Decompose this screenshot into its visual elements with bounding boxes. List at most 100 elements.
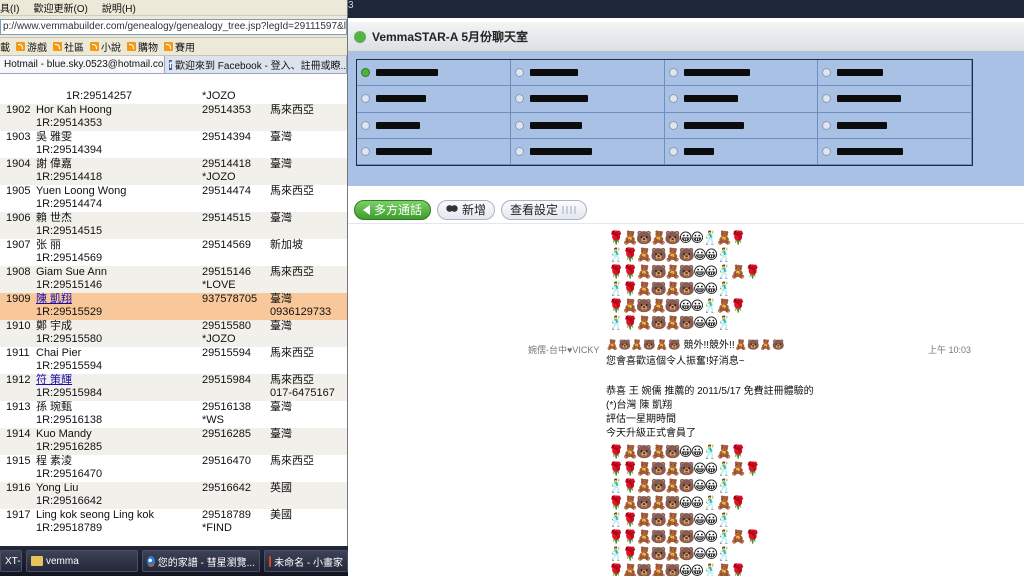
message-line: 您會喜歡這個令人振奮!好消息~ bbox=[606, 356, 745, 367]
message-sender: 婉儒-台中♥VICKY bbox=[528, 345, 600, 355]
member-slot[interactable] bbox=[357, 138, 511, 165]
chat-title: VemmaSTAR-A 5月份聊天室 bbox=[372, 30, 529, 44]
member-country: 馬來西亞 bbox=[270, 374, 314, 386]
add-button[interactable]: 新增 bbox=[437, 199, 496, 220]
member-phone: 0936129733 bbox=[270, 306, 332, 318]
taskbar-item-paint[interactable]: 未命名 - 小畫家 bbox=[264, 550, 348, 572]
paint-icon bbox=[269, 555, 272, 567]
member-name: Ling kok seong Ling kok bbox=[36, 509, 155, 521]
taskbar-item-vemma[interactable]: vemma bbox=[26, 550, 138, 572]
view-settings-button[interactable]: 查看設定 bbox=[501, 199, 588, 220]
member-name: 賴 世杰 bbox=[36, 212, 73, 224]
member-name[interactable]: 陳 凱翔 bbox=[36, 293, 72, 305]
redacted-member-name bbox=[683, 121, 744, 129]
offline-status-icon bbox=[668, 146, 678, 156]
message-line: 今天升級正式會員了 bbox=[606, 428, 696, 439]
address-input[interactable]: p://www.vemmabuilder.com/genealogy/genea… bbox=[0, 18, 347, 35]
favorite-download[interactable]: 載 bbox=[0, 39, 10, 54]
member-slot[interactable] bbox=[818, 112, 972, 139]
member-country-cell: 臺灣 0936129733 bbox=[270, 293, 347, 320]
member-country-cell: 臺灣 bbox=[270, 401, 347, 428]
member-country-cell: 馬來西亞 bbox=[270, 455, 347, 482]
member-sub-id: 1R:29518789 bbox=[36, 522, 103, 534]
member-country: 臺灣 bbox=[270, 320, 292, 332]
member-slot[interactable] bbox=[664, 138, 819, 165]
member-id-cell: 29514394 bbox=[202, 131, 270, 158]
member-slot[interactable] bbox=[510, 86, 665, 113]
member-slot[interactable] bbox=[510, 112, 665, 139]
member-name-cell: 陳 凱翔 1R:29515529 bbox=[36, 293, 202, 320]
favorite-games[interactable]: 游戲 bbox=[16, 39, 47, 54]
member-country-cell: 臺灣 bbox=[270, 428, 347, 455]
member-id: 29518789 bbox=[202, 509, 251, 521]
favorite-shopping[interactable]: 購物 bbox=[127, 39, 158, 54]
member-id: 29516470 bbox=[202, 455, 251, 467]
member-slot[interactable] bbox=[818, 60, 972, 87]
member-country-cell: 美國 bbox=[270, 509, 347, 536]
row-number: 1904 bbox=[6, 158, 31, 170]
rss-icon bbox=[164, 42, 173, 51]
member-name: 吳 雅雯 bbox=[36, 131, 73, 143]
tab-hotmail[interactable]: Hotmail - blue.sky.0523@hotmail.co... bbox=[0, 56, 165, 73]
member-country-cell: 臺灣 bbox=[270, 158, 347, 185]
menu-item-update[interactable]: 歡迎更新(O) bbox=[33, 0, 87, 15]
member-country-cell: 臺灣 bbox=[270, 131, 347, 158]
offline-status-icon bbox=[822, 68, 832, 78]
member-slot[interactable] bbox=[357, 60, 511, 87]
member-country: 新加坡 bbox=[270, 239, 303, 251]
member-id: 29515594 bbox=[202, 347, 251, 359]
member-country-cell: 馬來西亞 bbox=[270, 266, 347, 293]
offline-status-icon bbox=[822, 94, 832, 104]
taskbar-item-browser[interactable]: 您的家譜 - 彗星瀏覽... bbox=[142, 550, 260, 572]
member-tag: *JOZO bbox=[202, 333, 236, 345]
message-time: 上午 10:03 bbox=[928, 345, 972, 355]
offline-status-icon bbox=[514, 146, 524, 156]
offline-status-icon bbox=[514, 120, 524, 130]
rss-icon bbox=[127, 42, 136, 51]
row-number: 1912 bbox=[6, 374, 31, 386]
member-name-cell: Chai Pier 1R:29515594 bbox=[36, 347, 202, 374]
member-id-cell: 937578705 bbox=[202, 293, 270, 320]
table-row: 1911 Chai Pier 1R:29515594 29515594 馬來西亞 bbox=[0, 347, 347, 374]
member-name: 张 丽 bbox=[36, 239, 62, 251]
favorite-fees[interactable]: 賽用 bbox=[164, 39, 195, 54]
member-sub-id: 1R:29514569 bbox=[36, 252, 103, 264]
favorite-community[interactable]: 社區 bbox=[53, 39, 84, 54]
offline-status-icon bbox=[668, 94, 678, 104]
member-id: 29515580 bbox=[202, 320, 251, 332]
menu-item-tools[interactable]: 具(I) bbox=[0, 0, 19, 15]
member-name: Yuen Loong Wong bbox=[36, 185, 127, 197]
favorite-novels[interactable]: 小說 bbox=[90, 39, 121, 54]
member-slot[interactable] bbox=[818, 138, 972, 165]
member-slot[interactable] bbox=[664, 86, 819, 113]
member-name-cell: 吳 雅雯 1R:29514394 bbox=[36, 131, 202, 158]
member-slot[interactable] bbox=[357, 112, 511, 139]
member-slot[interactable] bbox=[664, 60, 819, 87]
member-id-cell: 29516642 bbox=[202, 482, 270, 509]
row-number: 1905 bbox=[6, 185, 31, 197]
chat-message-area: 🌹🧸🐻🧸🐻😀😀🕺🧸🌹 🕺🌹🧸🐻🧸🐻😀😀🕺 🌹🌹🧸🐻🧸🐻😀😀🕺🧸🌹 🕺🌹🧸🐻🧸🐻😀… bbox=[348, 225, 1024, 576]
rss-icon bbox=[16, 42, 25, 51]
member-name-cell: Giam Sue Ann 1R:29515146 bbox=[36, 266, 202, 293]
member-id-cell: 29515594 bbox=[202, 347, 270, 374]
member-country-cell: 馬來西亞 bbox=[270, 104, 347, 131]
row-number: 1913 bbox=[6, 401, 31, 413]
member-slot[interactable] bbox=[357, 86, 511, 113]
multi-call-button[interactable]: 多方通話 bbox=[354, 199, 432, 220]
tab-facebook[interactable]: f 歡迎來到 Facebook - 登入、註冊或瞭... bbox=[165, 56, 347, 73]
member-slot[interactable] bbox=[510, 60, 665, 87]
member-id: 29514569 bbox=[202, 239, 251, 251]
chat-title-bar: VemmaSTAR-A 5月份聊天室 bbox=[348, 22, 1024, 52]
member-slot[interactable] bbox=[510, 138, 665, 165]
member-id-cell: 29516470 bbox=[202, 455, 270, 482]
taskbar-item-xt[interactable]: XT- bbox=[0, 550, 22, 572]
row-number: 1915 bbox=[6, 455, 31, 467]
member-slot[interactable] bbox=[664, 112, 819, 139]
member-slot[interactable] bbox=[818, 86, 972, 113]
table-row: 1902 Hor Kah Hoong 1R:29514353 29514353 馬來西亞 bbox=[0, 104, 347, 131]
member-name: Chai Pier bbox=[36, 347, 82, 359]
table-row: 1907 张 丽 1R:29514569 29514569 新加坡 bbox=[0, 239, 347, 266]
redacted-member-name bbox=[529, 95, 588, 103]
menu-item-help[interactable]: 說明(H) bbox=[102, 0, 136, 15]
member-name[interactable]: 符 策輝 bbox=[36, 374, 72, 386]
